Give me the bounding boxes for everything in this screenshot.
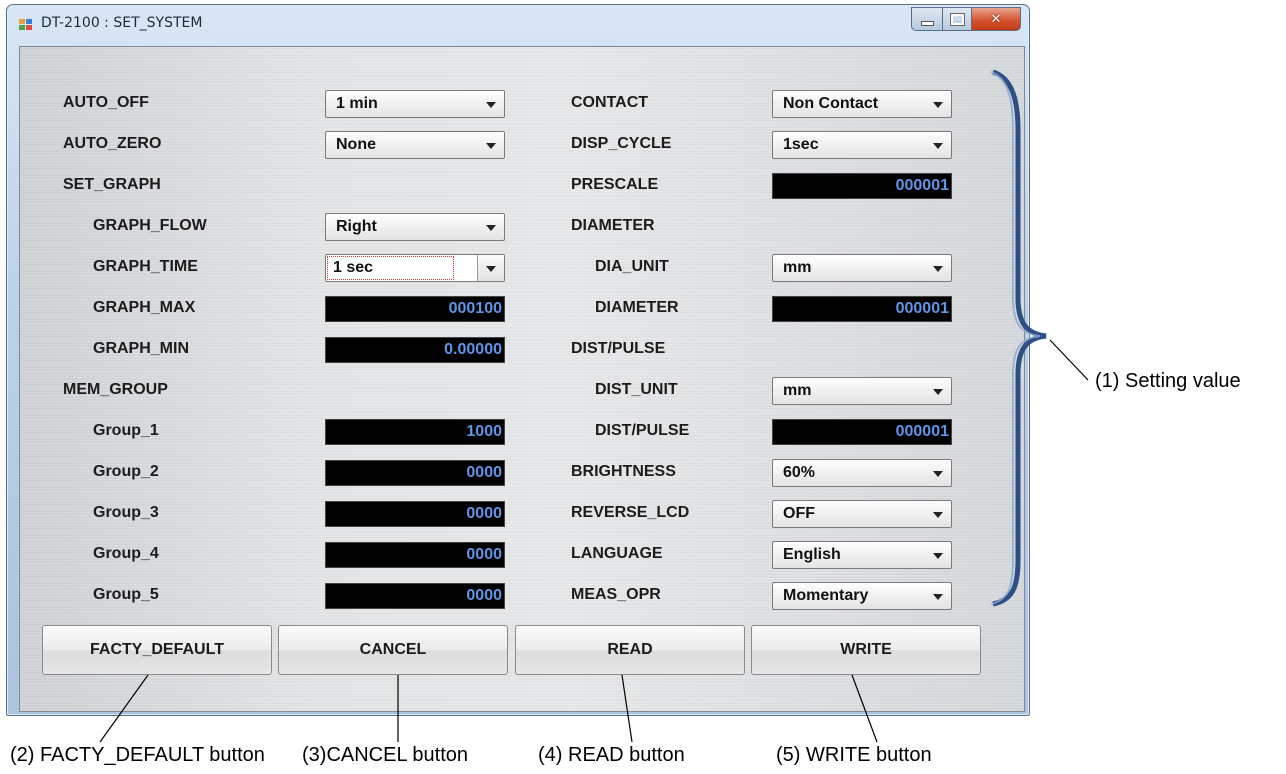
read-annotation: (4) READ button xyxy=(538,744,685,766)
setting-value-annotation: (1) Setting value xyxy=(1095,370,1241,392)
facty-default-leader xyxy=(99,674,149,743)
setting-value-leader xyxy=(1049,339,1089,381)
annotation-overlay xyxy=(99,69,1089,743)
cancel-annotation: (3)CANCEL button xyxy=(302,744,468,766)
write-annotation: (5) WRITE button xyxy=(776,744,932,766)
write-leader xyxy=(851,674,878,743)
facty-default-annotation: (2) FACTY_DEFAULT button xyxy=(10,744,265,766)
read-leader xyxy=(621,674,633,743)
setting-value-bracket xyxy=(992,69,1047,607)
